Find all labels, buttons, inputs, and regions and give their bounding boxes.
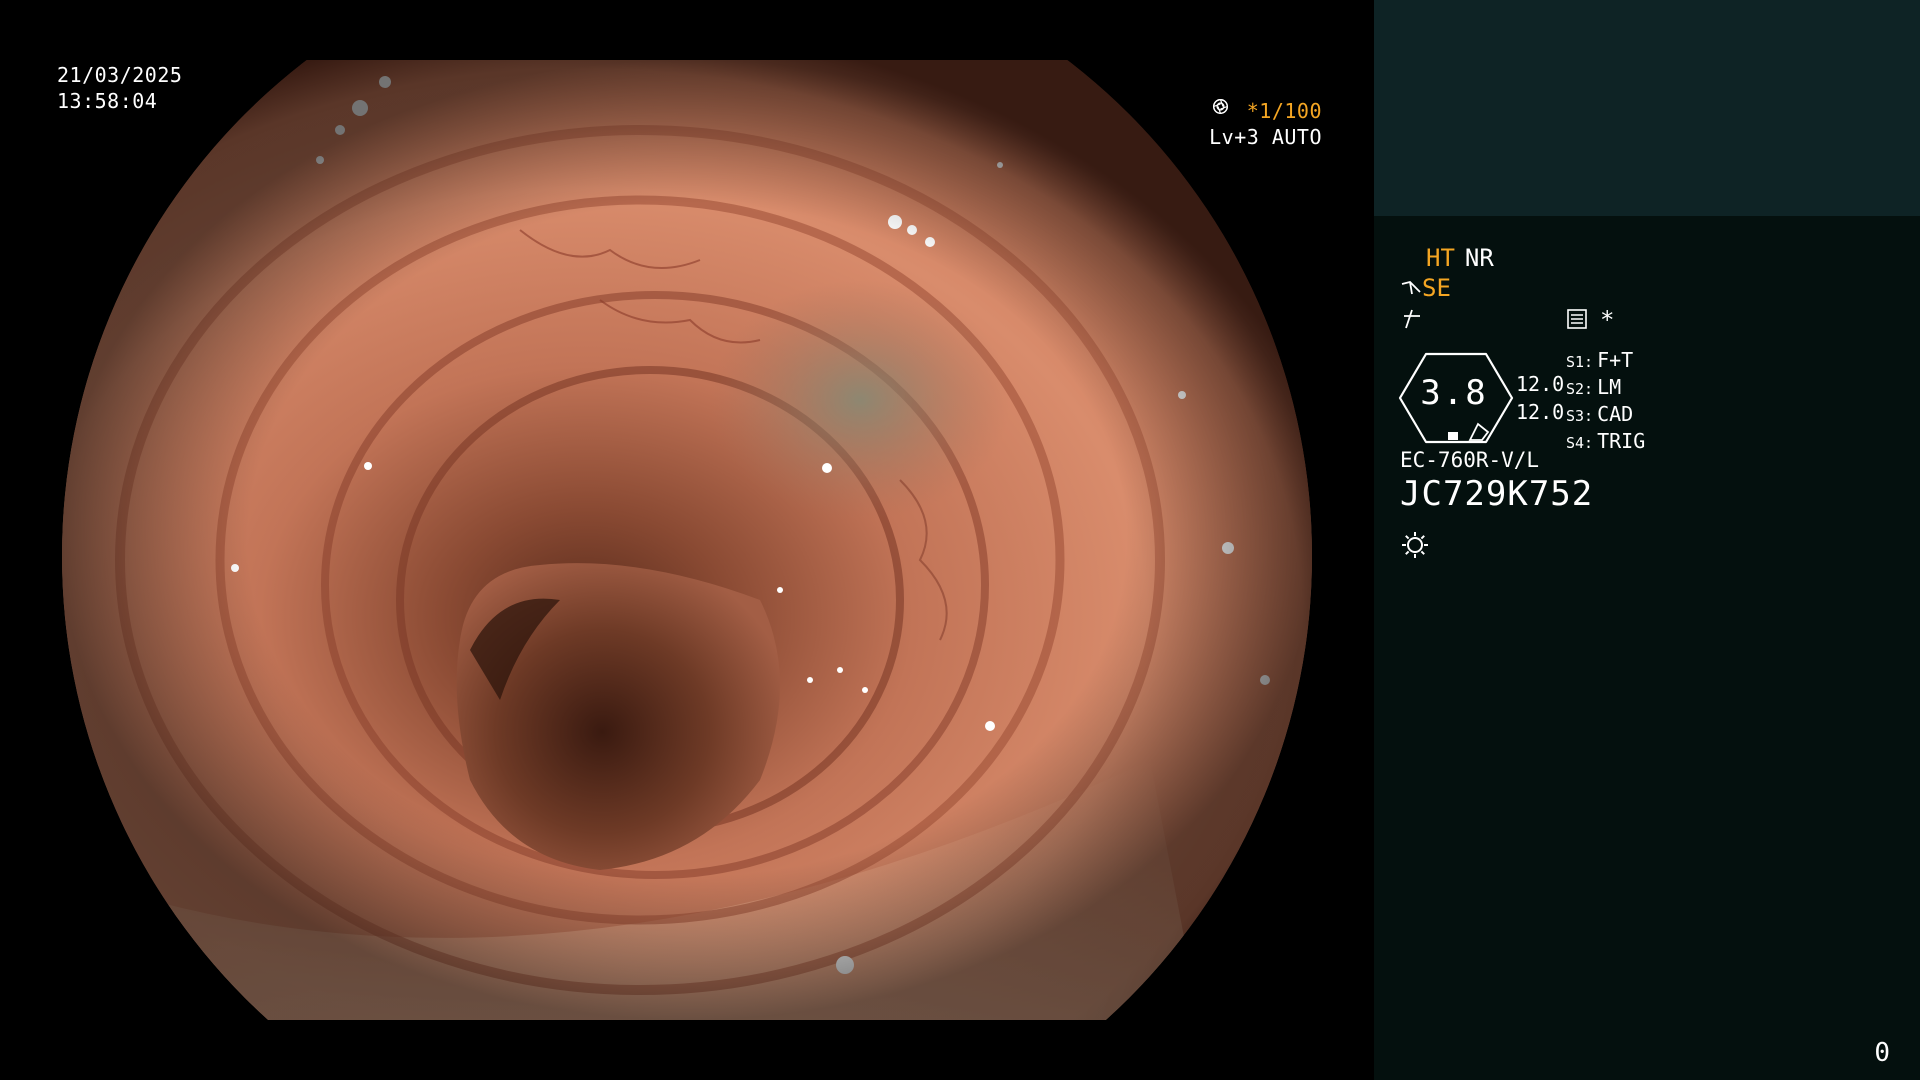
colon-lumen-image [62,60,1312,1020]
scope-connector-icon [1401,281,1421,295]
scope-switch-list: S1: F+T S2: LM S3: CAD S4: TRIG [1566,348,1645,456]
asterisk-mark: * [1600,306,1615,334]
brightness-level-label: Lv+3 AUTO [1209,125,1322,149]
panel-header-area [1374,0,1920,216]
scope-model-label: EC-760R-V/L [1400,448,1540,472]
date-time-stamp: 21/03/2025 13:58:04 [57,62,182,114]
switch-item: S3: CAD [1566,402,1634,426]
magnification-2: 12.0 [1516,400,1565,424]
status-panel: HT NR SE * 3.8 12.0 12.0 S1: F+T S2: LM S3:… [1374,0,1920,1080]
switch-item: S1: F+T [1566,348,1634,372]
ht-label: HT [1426,244,1455,272]
time-label: 13:58:04 [57,89,158,113]
switch-item: S2: LM [1566,375,1622,399]
shutter-speed-label: *1/100 [1246,99,1322,123]
image-enhance-row: HT NR [1426,244,1494,272]
magnification-values: 12.0 12.0 [1516,370,1564,426]
freeze-icon [1404,309,1420,329]
record-menu-icon [1567,309,1587,329]
tip-diameter-value: 3.8 [1420,373,1488,413]
frame-counter: 0 [1874,1038,1890,1068]
structure-enhance-row: SE [1400,274,1451,302]
date-label: 21/03/2025 [57,63,183,87]
light-source-icon [1402,532,1428,558]
brightness-row: Lv+3 AUTO [1209,99,1322,150]
se-label: SE [1422,274,1451,302]
exposure-settings: *1/100 Lv+3 AUTO [1209,98,1322,150]
endoscope-image-area: 21/03/2025 13:58:04 *1/100 Lv+3 AUTO [0,0,1374,1080]
nr-label: NR [1464,244,1494,272]
switch-item: S4: TRIG [1566,429,1646,453]
scope-serial-label: JC729K752 [1400,474,1594,514]
auto-iris-icon [1213,99,1229,114]
magnification-1: 12.0 [1516,372,1565,396]
